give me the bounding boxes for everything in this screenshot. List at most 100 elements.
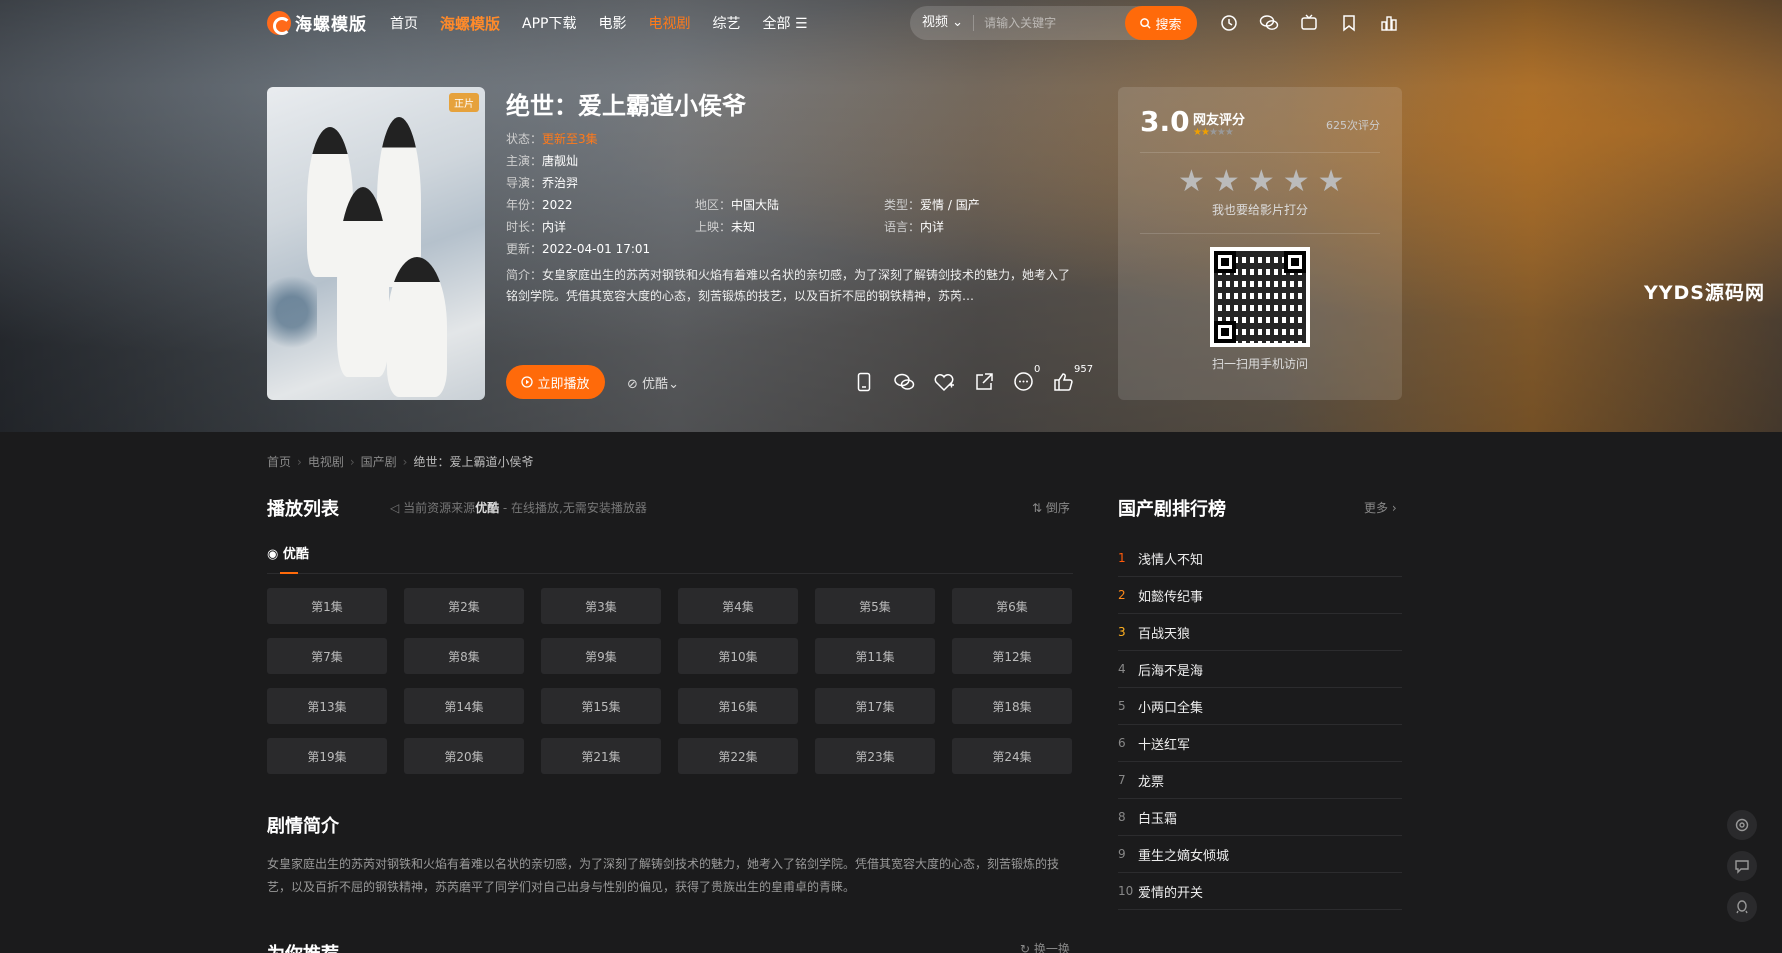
ranking-item[interactable]: 10 爱情的开关: [1118, 873, 1402, 910]
breadcrumb-category[interactable]: 国产剧: [361, 455, 397, 469]
ranking-item[interactable]: 3 百战天狼: [1118, 614, 1402, 651]
region-row: 地区：中国大陆: [695, 196, 779, 213]
history-icon[interactable]: [1218, 12, 1239, 33]
wechat-share-icon[interactable]: [892, 370, 915, 393]
ranking-item[interactable]: 8 白玉霜: [1118, 799, 1402, 836]
comment-count-button[interactable]: 0: [1012, 364, 1040, 393]
episode-button[interactable]: 第23集: [815, 738, 935, 774]
breadcrumb-tv[interactable]: 电视剧: [308, 455, 344, 469]
ranking-item[interactable]: 1 浅情人不知: [1118, 540, 1402, 577]
site-logo[interactable]: 海螺模版: [267, 10, 367, 35]
ranking-item-title: 十送红军: [1138, 737, 1191, 753]
episode-button[interactable]: 第14集: [404, 688, 524, 724]
search-button[interactable]: 搜索: [1125, 6, 1197, 40]
breadcrumb-home[interactable]: 首页: [267, 455, 291, 469]
poster-image[interactable]: 正片: [267, 87, 485, 400]
episode-button[interactable]: 第1集: [267, 588, 387, 624]
episode-button[interactable]: 第2集: [404, 588, 524, 624]
star-icon: ★: [1224, 127, 1234, 138]
ranking-item[interactable]: 4 后海不是海: [1118, 651, 1402, 688]
comment-icon[interactable]: [1727, 851, 1757, 881]
episode-button[interactable]: 第8集: [404, 638, 524, 674]
episode-button[interactable]: 第15集: [541, 688, 661, 724]
poster-figure: [337, 187, 389, 377]
chart-icon[interactable]: [1378, 12, 1399, 33]
top-nav: 海螺模版 首页 海螺模版 APP下载 电影 电视剧 综艺 全部 ☰ 视频 ⌄ 搜…: [0, 0, 1782, 44]
episode-button[interactable]: 第3集: [541, 588, 661, 624]
episode-button[interactable]: 第7集: [267, 638, 387, 674]
ranking-item-title: 浅情人不知: [1138, 552, 1204, 568]
qr-finder: [1214, 321, 1236, 343]
search-category-select[interactable]: 视频 ⌄: [910, 15, 975, 31]
nav-home[interactable]: 首页: [390, 13, 418, 34]
ranking-more-link[interactable]: 更多 ›: [1364, 499, 1397, 516]
playlist-title: 播放列表: [267, 499, 339, 520]
star-icon[interactable]: ★: [1283, 167, 1310, 197]
sort-toggle[interactable]: ⇅ 倒序: [1032, 499, 1070, 516]
episode-button[interactable]: 第24集: [952, 738, 1072, 774]
episode-button[interactable]: 第18集: [952, 688, 1072, 724]
rating-label: 网友评分: [1193, 113, 1246, 128]
star-icon[interactable]: ★: [1178, 167, 1205, 197]
ranking-item[interactable]: 9 重生之嫡女倾城: [1118, 836, 1402, 873]
active-tab-indicator: [280, 572, 298, 574]
release-row: 上映：未知: [695, 218, 755, 235]
rate-hint: 我也要给影片打分: [1211, 203, 1308, 217]
mobile-icon[interactable]: [852, 370, 875, 393]
nav-brand[interactable]: 海螺模版: [440, 13, 500, 34]
star-icon: ★: [1208, 127, 1218, 138]
settings-icon[interactable]: [1727, 810, 1757, 840]
episode-button[interactable]: 第10集: [678, 638, 798, 674]
breadcrumb-current: 绝世：爱上霸道小侯爷: [413, 455, 534, 469]
episode-button[interactable]: 第13集: [267, 688, 387, 724]
ranking-item[interactable]: 2 如懿传纪事: [1118, 577, 1402, 614]
ranking-item[interactable]: 6 十送红军: [1118, 725, 1402, 762]
share-icon[interactable]: [972, 370, 995, 393]
region-value[interactable]: 中国大陆: [731, 198, 779, 212]
episode-button[interactable]: 第11集: [815, 638, 935, 674]
ranking-item-title: 小两口全集: [1138, 700, 1204, 716]
genre-value[interactable]: 爱情 / 国产: [920, 198, 980, 212]
episode-button[interactable]: 第21集: [541, 738, 661, 774]
bookmark-icon[interactable]: [1338, 12, 1359, 33]
like-button[interactable]: 957: [1052, 364, 1093, 393]
play-now-button[interactable]: 立即播放: [506, 365, 605, 399]
episode-button[interactable]: 第19集: [267, 738, 387, 774]
episode-button[interactable]: 第4集: [678, 588, 798, 624]
nav-tv[interactable]: 电视剧: [648, 13, 690, 34]
compass-icon: ⊘: [627, 377, 638, 392]
episode-button[interactable]: 第12集: [952, 638, 1072, 674]
refresh-icon: ↻: [1020, 942, 1031, 953]
episode-button[interactable]: 第16集: [678, 688, 798, 724]
source-tab-youku[interactable]: ◉ 优酷: [267, 543, 309, 562]
refresh-button[interactable]: ↻ 换一换: [1020, 940, 1070, 953]
episode-button[interactable]: 第6集: [952, 588, 1072, 624]
star-icon[interactable]: ★: [1248, 167, 1275, 197]
episode-button[interactable]: 第20集: [404, 738, 524, 774]
wechat-icon[interactable]: [1258, 12, 1279, 33]
search-icon: [1140, 17, 1152, 29]
source-select[interactable]: ⊘ 优酷⌄: [627, 373, 679, 392]
episode-button[interactable]: 第17集: [815, 688, 935, 724]
search-input[interactable]: [984, 16, 1125, 30]
updated-value: 2022-04-01 17:01: [542, 242, 651, 256]
cast-link[interactable]: 唐靓灿: [542, 154, 578, 168]
nav-app-download[interactable]: APP下载: [522, 13, 576, 34]
year-label: 年份：: [506, 198, 543, 212]
nav-all[interactable]: 全部 ☰: [762, 13, 807, 34]
ranking-item[interactable]: 5 小两口全集: [1118, 688, 1402, 725]
year-value[interactable]: 2022: [542, 198, 573, 212]
director-link[interactable]: 乔治羿: [542, 176, 578, 190]
divider: [1140, 152, 1380, 153]
qq-icon[interactable]: [1727, 892, 1757, 922]
star-icon[interactable]: ★: [1213, 167, 1240, 197]
nav-variety[interactable]: 综艺: [712, 13, 740, 34]
nav-movies[interactable]: 电影: [598, 13, 626, 34]
tv-icon[interactable]: [1298, 12, 1319, 33]
favorite-icon[interactable]: [932, 370, 955, 393]
star-icon[interactable]: ★: [1318, 167, 1345, 197]
episode-button[interactable]: 第22集: [678, 738, 798, 774]
ranking-item[interactable]: 7 龙票: [1118, 762, 1402, 799]
episode-button[interactable]: 第9集: [541, 638, 661, 674]
episode-button[interactable]: 第5集: [815, 588, 935, 624]
